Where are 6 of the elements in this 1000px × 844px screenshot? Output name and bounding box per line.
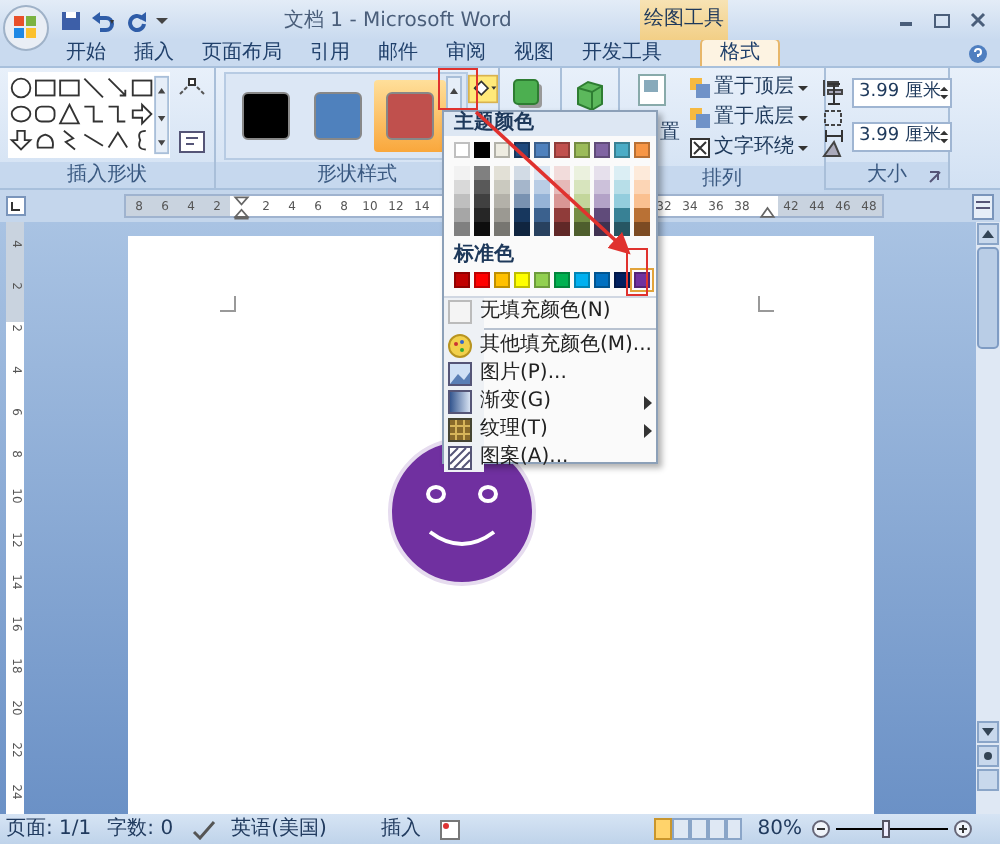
group-label: 插入形状 (0, 162, 214, 188)
window-title: 文档 1 - Microsoft Word (284, 7, 512, 35)
group-label: 大小 (826, 162, 948, 188)
menu-heading: 标准色 (451, 244, 516, 268)
position-label: 置 (660, 122, 680, 144)
contextual-tab-header: 绘图工具 (639, 0, 728, 40)
